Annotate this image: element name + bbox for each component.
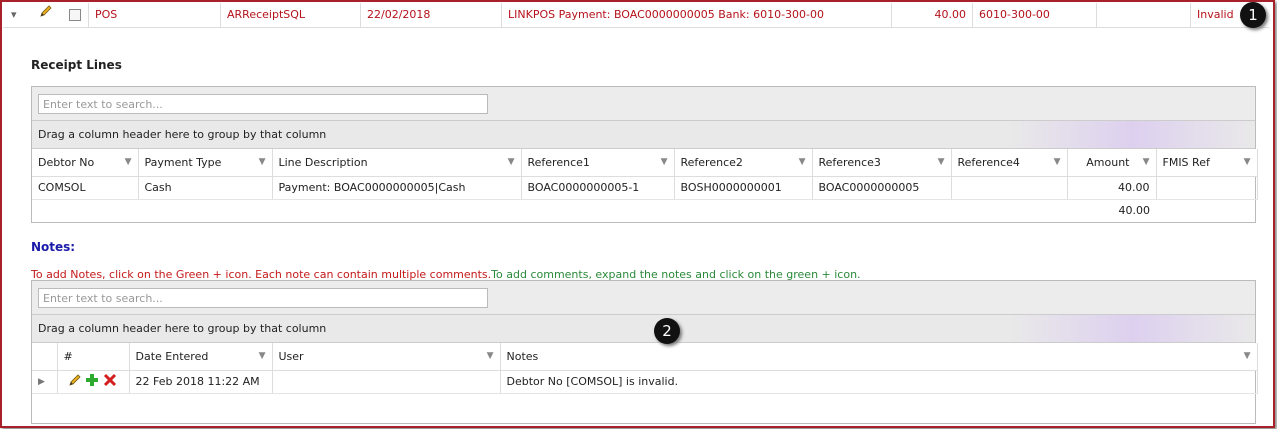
col-debtor-no[interactable]: Debtor No ▼: [32, 149, 139, 177]
amount-cell: 40.00: [892, 3, 973, 28]
row-checkbox[interactable]: [61, 3, 89, 28]
group-panel[interactable]: Drag a column header here to group by th…: [32, 121, 1255, 149]
filter-icon[interactable]: ▼: [125, 157, 132, 167]
user-cell: [272, 370, 501, 394]
note-cell: Debtor No [COMSOL] is invalid.: [500, 370, 1258, 394]
delete-x-icon[interactable]: [103, 373, 117, 391]
debtor-no-cell: COMSOL: [32, 176, 139, 200]
edit-pencil-icon[interactable]: [68, 373, 82, 391]
col-amount[interactable]: Amount ▼: [1067, 149, 1157, 177]
filter-icon[interactable]: ▼: [938, 157, 945, 167]
receipt-lines-title: Receipt Lines: [31, 58, 122, 72]
notes-search-input[interactable]: [38, 288, 488, 308]
reference2-cell: BOSH0000000001: [674, 176, 813, 200]
line-description-cell: Payment: BOAC0000000005|Cash: [272, 176, 522, 200]
filter-icon[interactable]: ▼: [487, 351, 494, 361]
grid-toolbar: [32, 87, 1255, 121]
col-reference2[interactable]: Reference2 ▼: [674, 149, 813, 177]
notes-table: # Date Entered ▼ User ▼ Notes ▼ ▶ 22 Feb 20…: [32, 343, 1258, 394]
table-row[interactable]: ▶ 22 Feb 2018 11:22 AM Debtor No [COMSOL…: [32, 370, 1258, 394]
col-payment-type[interactable]: Payment Type ▼: [138, 149, 273, 177]
callout-badge-2: 2: [654, 318, 680, 344]
summary-spacer: [1156, 199, 1257, 222]
source-cell: POS: [89, 3, 221, 28]
table-row[interactable]: COMSOL Cash Payment: BOAC0000000005|Cash…: [32, 176, 1258, 200]
summary-row: 40.00: [32, 199, 1257, 222]
amount-cell: 40.00: [1067, 176, 1157, 200]
amount-total: 40.00: [1118, 204, 1151, 218]
filter-icon[interactable]: ▼: [1244, 351, 1251, 361]
callout-badge-1: 1: [1240, 2, 1266, 28]
col-hash[interactable]: #: [57, 343, 130, 371]
col-date-entered[interactable]: Date Entered ▼: [129, 343, 273, 371]
col-notes[interactable]: Notes ▼: [500, 343, 1258, 371]
description-cell: LINKPOS Payment: BOAC0000000005 Bank: 60…: [502, 3, 892, 28]
row-actions: [57, 370, 130, 394]
filter-icon[interactable]: ▼: [1244, 157, 1251, 167]
collapse-arrow-icon[interactable]: ▾: [3, 3, 31, 28]
payment-type-cell: Cash: [138, 176, 273, 200]
expand-arrow-icon[interactable]: ▶: [32, 370, 58, 394]
date-cell: 22/02/2018: [361, 3, 502, 28]
col-line-description[interactable]: Line Description ▼: [272, 149, 522, 177]
col-reference4[interactable]: Reference4 ▼: [951, 149, 1068, 177]
grid-toolbar: [32, 281, 1255, 315]
col-reference3[interactable]: Reference3 ▼: [812, 149, 952, 177]
col-fmis-ref[interactable]: FMIS Ref ▼: [1156, 149, 1258, 177]
group-panel[interactable]: Drag a column header here to group by th…: [32, 315, 1255, 343]
receipt-search-input[interactable]: [38, 94, 488, 114]
col-user[interactable]: User ▼: [272, 343, 501, 371]
type-cell: ARReceiptSQL: [221, 3, 361, 28]
fmis-ref-cell: [1156, 176, 1258, 200]
filter-icon[interactable]: ▼: [1054, 157, 1061, 167]
filter-icon[interactable]: ▼: [508, 157, 515, 167]
notes-title: Notes:: [31, 240, 76, 254]
filter-icon[interactable]: ▼: [661, 157, 668, 167]
reference1-cell: BOAC0000000005-1: [521, 176, 675, 200]
blank-cell: [1097, 3, 1191, 28]
col-reference1[interactable]: Reference1 ▼: [521, 149, 675, 177]
receipt-lines-grid: Drag a column header here to group by th…: [31, 86, 1258, 223]
col-expand: [32, 343, 58, 371]
add-plus-icon[interactable]: [85, 373, 99, 391]
summary-spacer: [32, 199, 1067, 222]
filter-icon[interactable]: ▼: [1143, 157, 1150, 167]
reference4-cell: [951, 176, 1068, 200]
receipt-lines-table: Debtor No ▼ Payment Type ▼ Line Descriptio…: [32, 149, 1258, 222]
reference3-cell: BOAC0000000005: [812, 176, 952, 200]
date-entered-cell: 22 Feb 2018 11:22 AM: [129, 370, 273, 394]
account-cell: 6010-300-00: [973, 3, 1097, 28]
filter-icon[interactable]: ▼: [259, 351, 266, 361]
master-row[interactable]: ▾ POS ARReceiptSQL 22/02/2018 LINKPOS Pa…: [3, 3, 1269, 28]
filter-icon[interactable]: ▼: [259, 157, 266, 167]
filter-icon[interactable]: ▼: [799, 157, 806, 167]
edit-pencil-icon[interactable]: [31, 3, 61, 28]
notes-grid: Drag a column header here to group by th…: [31, 280, 1258, 424]
